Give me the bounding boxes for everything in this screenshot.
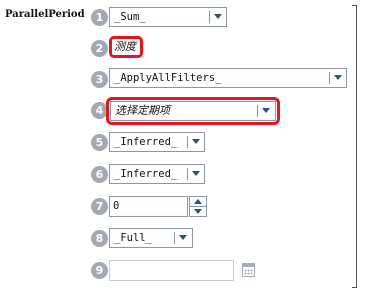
measure-value: 测度 — [114, 40, 136, 53]
param-number-6: 6 — [91, 166, 108, 183]
param-number-5: 5 — [91, 134, 108, 151]
dropdown-separator — [329, 72, 330, 84]
calendar-grid — [244, 269, 253, 275]
measure-field[interactable]: 测度 — [109, 36, 143, 58]
param-number-7: 7 — [91, 198, 108, 215]
calendar-header — [243, 264, 254, 267]
offset-spinner[interactable]: 0 — [109, 196, 207, 217]
arrow-up-icon[interactable] — [194, 199, 202, 204]
full-dropdown[interactable]: _Full_ — [109, 228, 193, 248]
spinner-buttons[interactable] — [189, 196, 207, 217]
spinner-divider — [190, 206, 206, 207]
arrow-down-icon[interactable] — [194, 209, 202, 214]
date-input[interactable] — [109, 260, 234, 281]
dropdown-separator — [187, 136, 188, 148]
dropdown-separator — [209, 11, 210, 23]
filter-value: _ApplyAllFilters_ — [114, 72, 222, 84]
chevron-down-icon[interactable] — [192, 139, 200, 144]
param-number-3: 3 — [91, 71, 108, 88]
inferred-dropdown-2[interactable]: _Inferred_ — [109, 164, 205, 184]
inferred-dropdown-1[interactable]: _Inferred_ — [109, 132, 205, 152]
chevron-down-icon[interactable] — [192, 171, 200, 176]
closing-bracket — [352, 5, 357, 288]
dropdown-separator — [174, 232, 175, 244]
param-number-8: 8 — [91, 230, 108, 247]
chevron-down-icon[interactable] — [262, 108, 270, 113]
period-dropdown[interactable]: 选择定期项 — [110, 101, 276, 121]
chevron-down-icon[interactable] — [179, 235, 187, 240]
inferred-value-1: _Inferred_ — [114, 136, 178, 148]
full-value: _Full_ — [114, 232, 152, 244]
param-number-2: 2 — [91, 40, 108, 57]
dropdown-separator — [187, 168, 188, 180]
aggregation-dropdown[interactable]: _Sum_ — [109, 7, 227, 27]
function-name: ParallelPeriod — [5, 9, 85, 20]
dropdown-separator — [257, 105, 258, 117]
offset-input[interactable]: 0 — [109, 196, 188, 217]
aggregation-value: _Sum_ — [114, 11, 146, 23]
inferred-value-2: _Inferred_ — [114, 168, 178, 180]
chevron-down-icon[interactable] — [214, 14, 222, 19]
param-number-1: 1 — [91, 9, 108, 26]
offset-value: 0 — [113, 200, 120, 212]
param-number-9: 9 — [91, 262, 108, 279]
calendar-icon[interactable] — [242, 263, 255, 277]
period-value: 选择定期项 — [115, 104, 170, 117]
chevron-down-icon[interactable] — [334, 75, 342, 80]
filter-dropdown[interactable]: _ApplyAllFilters_ — [109, 68, 347, 88]
